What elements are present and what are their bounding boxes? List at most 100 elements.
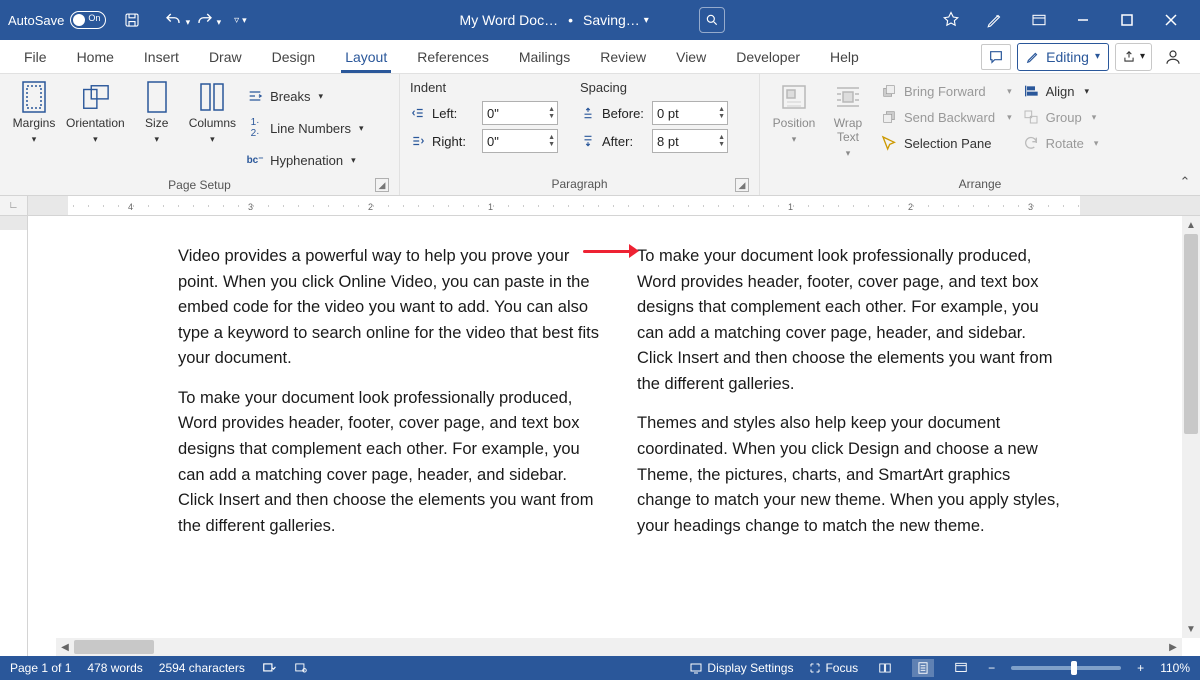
share-button[interactable]: ▾ — [1115, 43, 1152, 71]
line-numbers-button[interactable]: 1·2·Line Numbers▾ — [244, 114, 365, 142]
svg-text:2: 2 — [908, 202, 913, 212]
tab-file[interactable]: File — [12, 40, 59, 73]
indent-right-icon — [410, 134, 426, 148]
svg-text:3: 3 — [1028, 202, 1033, 212]
title-bar: AutoSave On ▿ My Word Doc… • Saving…▾ — [0, 0, 1200, 40]
undo-button[interactable] — [162, 6, 190, 34]
account-icon[interactable] — [1158, 44, 1188, 70]
redo-button[interactable] — [194, 6, 222, 34]
columns-button[interactable]: Columns▾ — [187, 78, 238, 149]
autosave-toggle[interactable]: AutoSave On — [8, 11, 106, 29]
hyphenation-button[interactable]: bc⁻Hyphenation▾ — [244, 146, 365, 174]
word-count[interactable]: 478 words — [87, 661, 142, 675]
ribbon-tabs: File Home Insert Draw Design Layout Refe… — [0, 40, 1200, 74]
indent-left-input[interactable]: 0"▲▼ — [482, 101, 558, 125]
pen-icon[interactable] — [974, 0, 1016, 40]
svg-text:3: 3 — [248, 202, 253, 212]
focus-button[interactable]: Focus — [809, 661, 858, 675]
tab-review[interactable]: Review — [588, 40, 658, 73]
hscrollbar-thumb[interactable] — [74, 640, 154, 654]
tab-developer[interactable]: Developer — [724, 40, 812, 73]
position-button[interactable]: Position▾ — [770, 78, 818, 149]
page-setup-dialog-launcher[interactable]: ◢ — [375, 178, 389, 192]
zoom-out-button[interactable]: − — [988, 661, 995, 675]
orientation-button[interactable]: Orientation▾ — [64, 78, 127, 149]
zoom-level[interactable]: 110% — [1160, 661, 1190, 675]
maximize-button[interactable] — [1106, 0, 1148, 40]
indent-left-icon — [410, 106, 426, 120]
vertical-ruler[interactable] — [0, 216, 28, 656]
annotation-arrow — [583, 246, 639, 256]
spacing-after-icon — [580, 134, 596, 148]
align-button[interactable]: Align▾ — [1020, 78, 1101, 104]
indent-heading: Indent — [410, 80, 558, 95]
minimize-button[interactable] — [1062, 0, 1104, 40]
search-button[interactable] — [699, 7, 725, 33]
status-bar: Page 1 of 1 478 words 2594 characters Di… — [0, 656, 1200, 680]
save-icon[interactable] — [118, 6, 146, 34]
web-layout-button[interactable] — [950, 659, 972, 677]
vertical-scrollbar[interactable]: ▲ ▼ — [1182, 216, 1200, 638]
breaks-button[interactable]: Breaks▾ — [244, 82, 365, 110]
bring-forward-button[interactable]: Bring Forward▾ — [878, 78, 1014, 104]
margins-button[interactable]: Margins▾ — [10, 78, 58, 149]
tab-mailings[interactable]: Mailings — [507, 40, 582, 73]
print-layout-button[interactable] — [912, 659, 934, 677]
indent-left-row: Left: 0"▲▼ — [410, 99, 558, 127]
zoom-slider[interactable] — [1011, 666, 1121, 670]
indent-right-input[interactable]: 0"▲▼ — [482, 129, 558, 153]
para-2-2: Themes and styles also help keep your do… — [637, 411, 1060, 539]
display-settings-button[interactable]: Display Settings — [689, 661, 793, 675]
premium-icon[interactable] — [930, 0, 972, 40]
scrollbar-thumb[interactable] — [1184, 234, 1198, 434]
group-button[interactable]: Group▾ — [1020, 104, 1101, 130]
tab-view[interactable]: View — [664, 40, 718, 73]
tab-selector[interactable]: ∟ — [0, 196, 28, 215]
read-mode-button[interactable] — [874, 659, 896, 677]
editing-mode-button[interactable]: Editing▾ — [1017, 43, 1109, 71]
column-1[interactable]: Video provides a powerful way to help yo… — [178, 244, 601, 553]
document-title: My Word Doc… — [460, 12, 559, 28]
ribbon-display-icon[interactable] — [1018, 0, 1060, 40]
document-area[interactable]: Video provides a powerful way to help yo… — [28, 216, 1200, 656]
para-2-1: To make your document look professionall… — [637, 244, 1060, 397]
size-button[interactable]: Size▾ — [133, 78, 181, 149]
tab-insert[interactable]: Insert — [132, 40, 191, 73]
macro-icon[interactable] — [293, 661, 309, 675]
send-backward-button[interactable]: Send Backward▾ — [878, 104, 1014, 130]
horizontal-ruler[interactable]: ∟ 4321 123 — [0, 196, 1200, 216]
svg-text:1: 1 — [788, 202, 793, 212]
arrange-label: Arrange — [959, 177, 1002, 191]
comments-button[interactable] — [981, 44, 1011, 70]
svg-text:1: 1 — [488, 202, 493, 212]
selection-pane-button[interactable]: Selection Pane — [878, 130, 1014, 156]
spellcheck-icon[interactable] — [261, 661, 277, 675]
char-count[interactable]: 2594 characters — [159, 661, 245, 675]
indent-right-row: Right: 0"▲▼ — [410, 127, 558, 155]
close-button[interactable] — [1150, 0, 1192, 40]
collapse-ribbon-button[interactable]: ⌃ — [1176, 173, 1194, 191]
tab-references[interactable]: References — [405, 40, 501, 73]
page-setup-label: Page Setup — [168, 178, 231, 192]
rotate-button[interactable]: Rotate▾ — [1020, 130, 1101, 156]
spacing-before-input[interactable]: 0 pt▲▼ — [652, 101, 728, 125]
save-status-dropdown[interactable]: Saving…▾ — [583, 12, 649, 28]
autosave-label: AutoSave — [8, 13, 64, 28]
wrap-text-button[interactable]: Wrap Text▾ — [824, 78, 872, 163]
tab-layout[interactable]: Layout — [333, 40, 399, 73]
spacing-after-row: After: 8 pt▲▼ — [580, 127, 728, 155]
tab-draw[interactable]: Draw — [197, 40, 254, 73]
column-2[interactable]: To make your document look professionall… — [637, 244, 1060, 553]
tab-help[interactable]: Help — [818, 40, 871, 73]
ribbon: Margins▾ Orientation▾ Size▾ Columns▾ Bre… — [0, 74, 1200, 196]
qat-customize[interactable]: ▿ — [226, 6, 254, 34]
zoom-in-button[interactable]: + — [1137, 661, 1144, 675]
tab-home[interactable]: Home — [65, 40, 126, 73]
para-1-1: Video provides a powerful way to help yo… — [178, 244, 601, 372]
tab-design[interactable]: Design — [260, 40, 328, 73]
svg-text:2: 2 — [368, 202, 373, 212]
page-count[interactable]: Page 1 of 1 — [10, 661, 71, 675]
horizontal-scrollbar[interactable]: ◀ ▶ — [56, 638, 1182, 656]
paragraph-dialog-launcher[interactable]: ◢ — [735, 178, 749, 192]
spacing-after-input[interactable]: 8 pt▲▼ — [652, 129, 728, 153]
